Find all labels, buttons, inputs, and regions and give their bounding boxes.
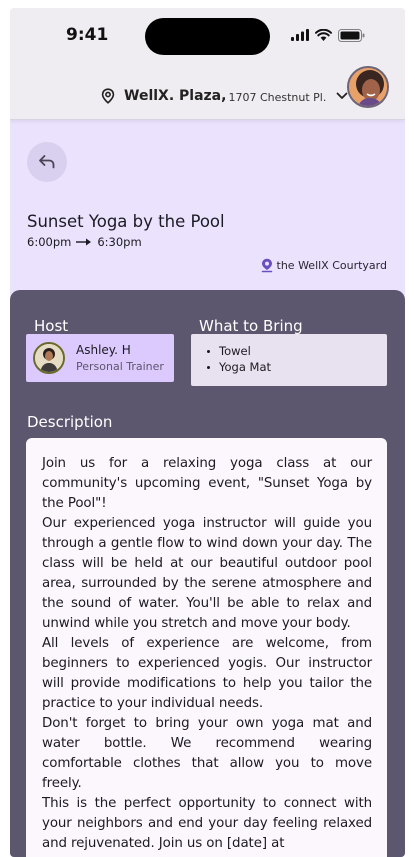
bullet-icon: [207, 365, 210, 369]
bring-item-label: Towel: [219, 344, 251, 358]
description-label: Description: [27, 413, 113, 431]
host-name: Ashley. H: [76, 343, 131, 357]
bring-label: What to Bring: [199, 317, 303, 335]
host-photo-icon: [35, 344, 63, 372]
description-paragraph: This is the perfect opportunity to conne…: [42, 796, 372, 851]
back-button[interactable]: [27, 142, 67, 182]
status-time: 9:41: [66, 25, 109, 45]
description-paragraph: Our experienced yoga instructor will gui…: [42, 516, 372, 631]
list-item: Yoga Mat: [207, 359, 387, 375]
battery-icon: [338, 28, 365, 42]
phone-screen: 9:41 WellX. Plaza, 1707 Chestnut Pl. Sun…: [10, 8, 405, 857]
bring-list: Towel Yoga Mat: [191, 334, 387, 386]
description-paragraph: Don't forget to bring your own yoga mat …: [42, 716, 372, 791]
location-name: WellX. Plaza,: [124, 88, 227, 104]
host-card[interactable]: Ashley. H Personal Trainer: [26, 334, 174, 382]
venue-pin-icon: [261, 258, 272, 273]
host-info: Ashley. H Personal Trainer: [76, 343, 164, 373]
arrow-right-icon: [76, 238, 92, 246]
event-details-card: Host What to Bring Ashley. H Personal Tr…: [10, 290, 405, 857]
user-avatar[interactable]: [347, 66, 389, 108]
back-arrow-icon: [39, 155, 55, 169]
dynamic-island: [145, 18, 270, 55]
wifi-icon: [315, 29, 332, 41]
description-paragraph: All levels of experience are welcome, fr…: [42, 636, 372, 711]
host-label: Host: [34, 317, 69, 335]
event-title: Sunset Yoga by the Pool: [27, 212, 225, 231]
location-selector[interactable]: WellX. Plaza, 1707 Chestnut Pl.: [100, 88, 348, 104]
host-role: Personal Trainer: [76, 360, 164, 373]
cellular-signal-icon: [291, 29, 309, 41]
event-start-time: 6:00pm: [27, 235, 72, 249]
location-address: 1707 Chestnut Pl.: [228, 91, 327, 104]
list-item: Towel: [207, 343, 387, 359]
event-time: 6:00pm 6:30pm: [27, 235, 142, 249]
event-venue[interactable]: the WellX Courtyard: [261, 258, 387, 273]
description-box[interactable]: Join us for a relaxing yoga class at our…: [26, 438, 387, 857]
top-bar: 9:41 WellX. Plaza, 1707 Chestnut Pl.: [10, 8, 405, 120]
venue-name: the WellX Courtyard: [276, 259, 387, 272]
profile-photo-icon: [349, 68, 387, 106]
status-icons: [291, 28, 365, 42]
bullet-icon: [207, 349, 210, 353]
host-avatar: [33, 342, 65, 374]
chevron-down-icon[interactable]: [336, 92, 348, 100]
bring-item-label: Yoga Mat: [219, 360, 272, 374]
location-pin-icon: [101, 88, 115, 104]
event-end-time: 6:30pm: [97, 235, 142, 249]
description-paragraph: Join us for a relaxing yoga class at our…: [42, 456, 372, 511]
